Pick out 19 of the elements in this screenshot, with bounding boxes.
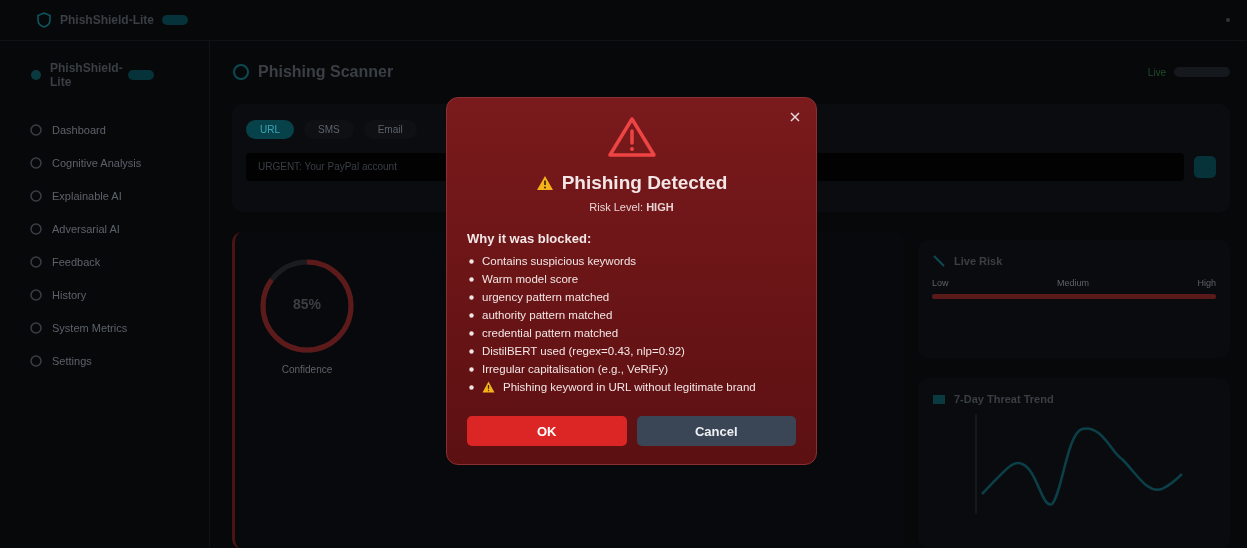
reason-text: Warm model score: [482, 273, 579, 285]
status-label: Live: [1147, 66, 1166, 78]
reason-text: Contains suspicious keywords: [482, 255, 637, 267]
scale-label: High: [1197, 278, 1216, 288]
reasons-heading: Why it was blocked:: [467, 231, 592, 246]
gauge-value: 85%: [293, 296, 321, 312]
page-title: Phishing Scanner: [258, 63, 394, 81]
reason-text: DistilBERT used (regex=0.43, nlp=0.92): [482, 345, 685, 357]
reason-text: Phishing keyword in URL without legitimate brand: [503, 381, 756, 393]
risk-level: Risk Level: HIGH: [589, 201, 674, 213]
dialog-title: Phishing Detected: [561, 172, 728, 194]
reason-text: Irregular capitalisation (e.g., VeRiFy): [482, 363, 668, 375]
gauge-label: Confidence: [281, 364, 333, 375]
scale-label: Medium: [1057, 278, 1089, 288]
reason-text: authority pattern matched: [482, 309, 613, 321]
scale-label: Low: [932, 278, 949, 288]
reason-text: urgency pattern matched: [482, 291, 610, 303]
app-title: PhishShield-Lite: [60, 13, 154, 27]
reason-text: credential pattern matched: [482, 327, 619, 339]
